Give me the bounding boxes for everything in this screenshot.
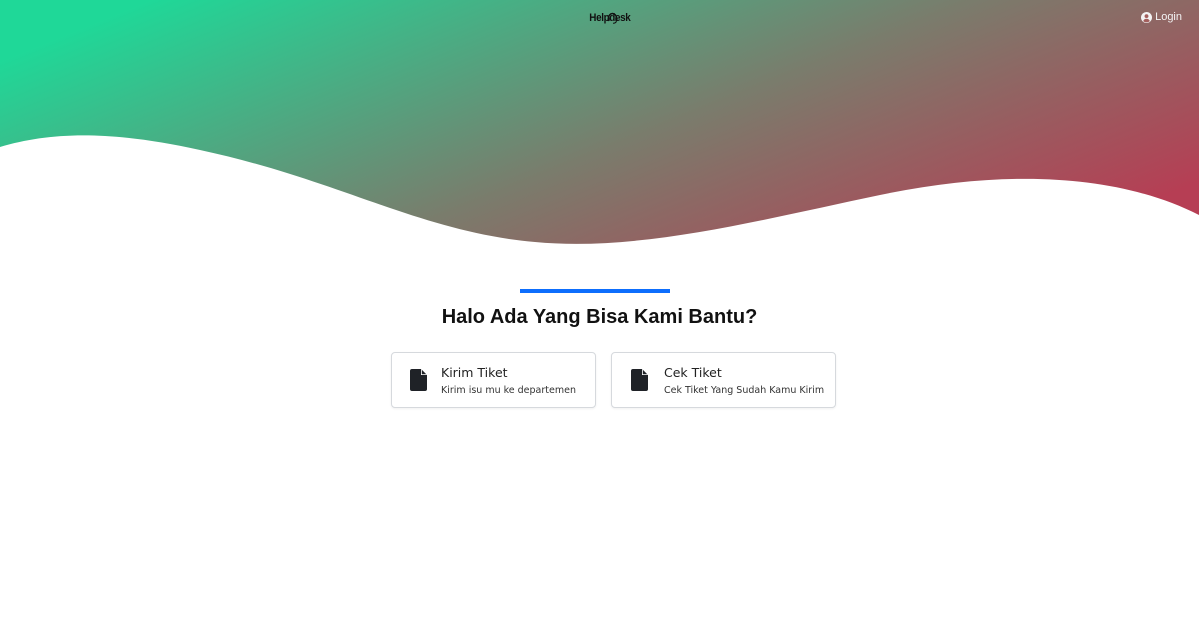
- file-icon: [410, 369, 427, 391]
- card-description: Kirim isu mu ke departemen: [441, 384, 576, 396]
- login-button[interactable]: Login: [1141, 11, 1182, 23]
- top-navbar: Helpdesk Login: [0, 0, 1199, 36]
- card-body: Cek Tiket Cek Tiket Yang Sudah Kamu Kiri…: [664, 364, 824, 397]
- hero-wave-banner: [0, 0, 1199, 250]
- accent-divider: [520, 289, 670, 293]
- page-title: Halo Ada Yang Bisa Kami Bantu?: [441, 306, 758, 328]
- headset-icon: [607, 12, 618, 24]
- hero-wave-graphic: [0, 0, 1199, 244]
- card-body: Kirim Tiket Kirim isu mu ke departemen: [441, 364, 576, 397]
- helpdesk-logo[interactable]: Helpdesk: [586, 8, 634, 28]
- kirim-tiket-card[interactable]: Kirim Tiket Kirim isu mu ke departemen: [391, 352, 596, 408]
- user-circle-icon: [1141, 11, 1153, 23]
- card-title: Kirim Tiket: [441, 364, 508, 380]
- login-label: Login: [1155, 11, 1182, 23]
- card-description: Cek Tiket Yang Sudah Kamu Kirim: [664, 384, 825, 396]
- card-title: Cek Tiket: [664, 364, 722, 380]
- cek-tiket-card[interactable]: Cek Tiket Cek Tiket Yang Sudah Kamu Kiri…: [611, 352, 836, 408]
- landing-page: Helpdesk Login Halo Ada Yang Bisa Kami B…: [0, 0, 1199, 623]
- file-icon: [631, 369, 648, 391]
